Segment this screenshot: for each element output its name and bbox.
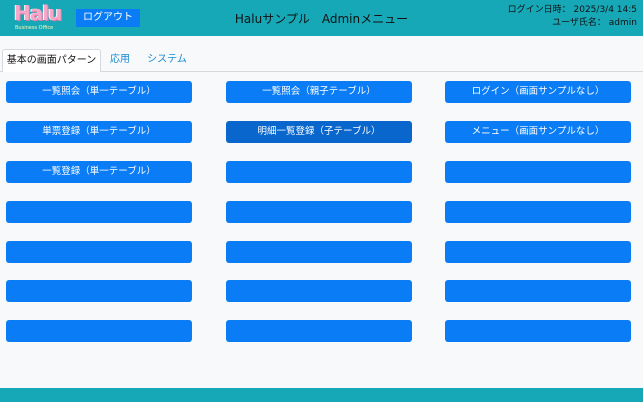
menu-button[interactable] bbox=[445, 280, 631, 302]
menu-button[interactable]: 一覧照会（親子テーブル） bbox=[226, 81, 412, 103]
menu-button[interactable] bbox=[226, 241, 412, 263]
menu-button[interactable]: 一覧登録（単一テーブル） bbox=[6, 161, 192, 183]
menu-button[interactable] bbox=[445, 241, 631, 263]
menu-button[interactable] bbox=[226, 201, 412, 223]
menu-button[interactable] bbox=[226, 280, 412, 302]
menu-button[interactable] bbox=[6, 241, 192, 263]
tab-advanced[interactable]: 応用 bbox=[104, 49, 136, 72]
app-footer bbox=[0, 388, 643, 402]
menu-button[interactable] bbox=[6, 201, 192, 223]
tab-system[interactable]: システム bbox=[142, 49, 192, 72]
tab-basic-patterns[interactable]: 基本の画面パターン bbox=[2, 49, 101, 73]
menu-button[interactable] bbox=[226, 161, 412, 183]
menu-button[interactable] bbox=[445, 320, 631, 342]
menu-button[interactable] bbox=[445, 161, 631, 183]
menu-button[interactable]: 単票登録（単一テーブル） bbox=[6, 121, 192, 143]
logo-text: Halu bbox=[14, 1, 62, 25]
menu-button[interactable]: 明細一覧登録（子テーブル） bbox=[226, 121, 412, 143]
menu-button[interactable]: ログイン（画面サンプルなし） bbox=[445, 81, 631, 103]
menu-button[interactable]: メニュー（画面サンプルなし） bbox=[445, 121, 631, 143]
halu-logo: Halu Business Office bbox=[14, 1, 62, 33]
user-info: ログイン日時： 2025/3/4 14:5 ユーザ氏名： admin bbox=[508, 4, 637, 30]
menu-button[interactable] bbox=[6, 320, 192, 342]
logo-subtitle: Business Office bbox=[15, 25, 54, 31]
app-header: Halu Business Office ログアウト Haluサンプル Admi… bbox=[0, 0, 643, 36]
menu-button[interactable] bbox=[6, 280, 192, 302]
menu-button[interactable] bbox=[226, 320, 412, 342]
login-datetime: ログイン日時： 2025/3/4 14:5 bbox=[507, 5, 637, 15]
user-name: ユーザ氏名： admin bbox=[552, 18, 637, 28]
menu-grid: 一覧照会（単一テーブル） 単票登録（単一テーブル） 一覧登録（単一テーブル） 一… bbox=[0, 72, 643, 388]
menu-button[interactable] bbox=[445, 201, 631, 223]
logout-button[interactable]: ログアウト bbox=[76, 9, 140, 27]
tab-bar: 基本の画面パターン 応用 システム bbox=[0, 36, 643, 73]
menu-button[interactable]: 一覧照会（単一テーブル） bbox=[6, 81, 192, 103]
